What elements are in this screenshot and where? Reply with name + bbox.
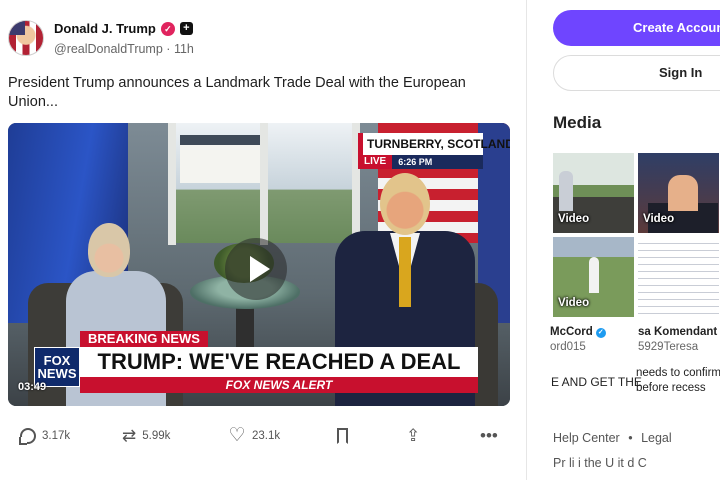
like-count: 23.1k: [252, 430, 281, 442]
like-button[interactable]: ♡ 23.1k: [228, 424, 280, 448]
avatar[interactable]: [8, 20, 44, 56]
verified-check-icon: ✓: [595, 328, 606, 338]
footer-cut-text[interactable]: Pr li i the U it d C: [553, 456, 647, 470]
bookmark-button[interactable]: [334, 424, 352, 448]
live-label: LIVE: [358, 155, 393, 169]
breaking-label: BREAKING NEWS: [80, 331, 208, 347]
location-graphic: TURNBERRY, SCOTLAND LIVE 6:26 PM: [358, 133, 510, 171]
legal-link[interactable]: Legal: [641, 431, 672, 445]
post-text: President Trump announces a Landmark Tra…: [8, 75, 466, 110]
heart-icon: ♡: [228, 425, 246, 446]
plus-badge-icon: +: [179, 22, 193, 35]
feed-column: Donald J. Trump ✓ + @realDonaldTrump · 1…: [0, 0, 527, 480]
post-actions: 3.17k ⇄ 5.99k ♡ 23.1k ⇪ •••: [0, 424, 527, 448]
page: Donald J. Trump ✓ + @realDonaldTrump · 1…: [0, 0, 720, 480]
meta-separator: ·: [166, 42, 171, 56]
video-scene-frame: [260, 123, 268, 245]
video-duration: 03:49: [18, 381, 47, 393]
trend-line: needs to confirm 1: [636, 367, 720, 379]
person-name: sa Komendant: [638, 326, 718, 338]
channel-logo-line2: NEWS: [37, 366, 77, 381]
video-player[interactable]: TURNBERRY, SCOTLAND LIVE 6:26 PM BREAKIN…: [8, 123, 510, 406]
trend-line: before recess: [636, 382, 706, 394]
repost-icon: ⇄: [122, 426, 137, 445]
reply-button[interactable]: 3.17k: [19, 424, 71, 448]
right-sidebar: Create Account Sign In Media Video Video…: [528, 0, 720, 480]
person-handle: 5929Teresa: [638, 341, 699, 353]
person-card[interactable]: McCord ✓: [550, 326, 606, 338]
author-row: Donald J. Trump ✓ +: [54, 21, 193, 36]
share-icon: ⇪: [406, 426, 421, 445]
news-headline: TRUMP: WE'VE REACHED A DEAL: [80, 347, 478, 377]
footer-separator: •: [628, 431, 633, 445]
author-meta: @realDonaldTrump · 11h: [54, 42, 194, 56]
alert-label: FOX NEWS ALERT: [80, 377, 478, 393]
more-button[interactable]: •••: [480, 424, 498, 448]
person-name: McCord: [550, 326, 593, 338]
media-section-title: Media: [553, 113, 602, 132]
post-time[interactable]: 11h: [174, 42, 194, 56]
video-tag: Video: [558, 297, 590, 309]
repost-count: 5.99k: [142, 430, 171, 442]
media-thumbnail[interactable]: Video: [553, 153, 634, 233]
author-name[interactable]: Donald J. Trump: [54, 21, 156, 36]
sign-in-button[interactable]: Sign In: [553, 55, 720, 91]
breaking-news-banner: BREAKING NEWS TRUMP: WE'VE REACHED A DEA…: [80, 331, 478, 393]
help-center-link[interactable]: Help Center: [553, 431, 620, 445]
trend-item[interactable]: E AND GET THE: [551, 375, 642, 389]
media-thumbnail[interactable]: Video: [638, 153, 719, 233]
reply-icon: [19, 428, 36, 445]
video-tag: Video: [558, 213, 590, 225]
author-handle[interactable]: @realDonaldTrump: [54, 42, 163, 56]
footer-links: Help Center • Legal: [553, 431, 672, 445]
media-thumbnail[interactable]: Video: [553, 237, 634, 317]
location-label: TURNBERRY, SCOTLAND: [358, 133, 510, 155]
post[interactable]: Donald J. Trump ✓ + @realDonaldTrump · 1…: [0, 0, 527, 462]
play-icon[interactable]: [250, 256, 270, 282]
bookmark-icon: [334, 427, 352, 445]
reply-count: 3.17k: [42, 430, 71, 442]
share-button[interactable]: ⇪: [406, 424, 420, 448]
video-scene-house: [180, 135, 260, 183]
verified-badge-icon: ✓: [160, 21, 175, 36]
repost-button[interactable]: ⇄ 5.99k: [122, 424, 170, 448]
live-time: 6:26 PM: [392, 155, 483, 169]
trend-item[interactable]: needs to confirm 1 before recess: [636, 366, 720, 396]
video-tag: Video: [643, 213, 675, 225]
person-card[interactable]: sa Komendant✓: [638, 326, 720, 338]
more-icon: •••: [480, 426, 498, 445]
media-thumbnail[interactable]: [638, 237, 719, 317]
person-handle: ord015: [550, 341, 586, 353]
create-account-button[interactable]: Create Account: [553, 10, 720, 46]
